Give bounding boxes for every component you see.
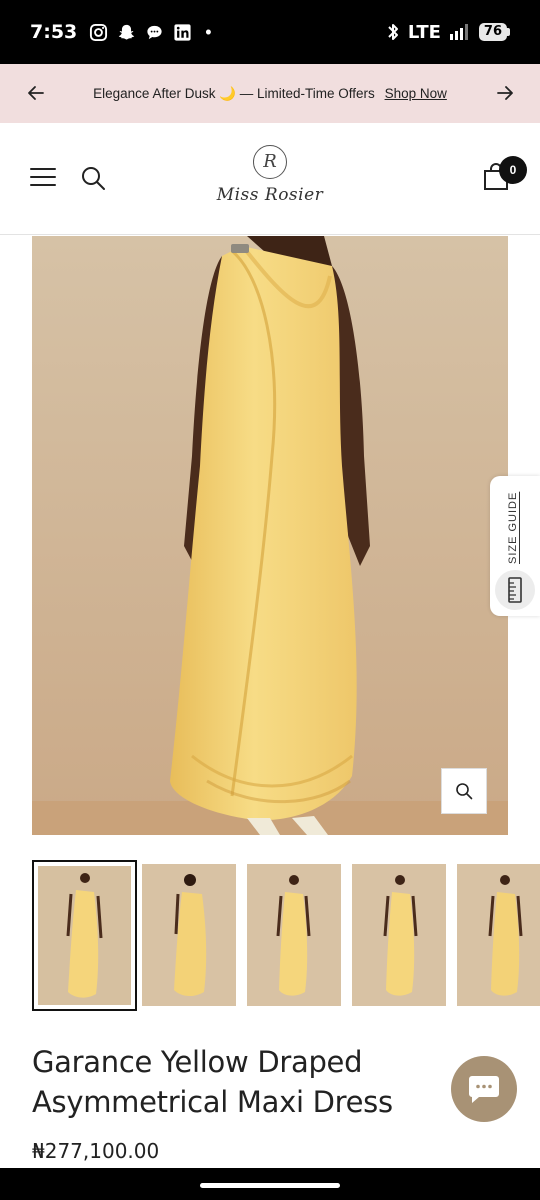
linkedin-icon (174, 23, 191, 41)
announcement-content: Elegance After Dusk 🌙 — Limited-Time Off… (0, 86, 540, 102)
thumbnail-5[interactable] (457, 864, 540, 1006)
arrow-right-icon[interactable] (493, 81, 517, 105)
thumbnail-strip (32, 860, 540, 1012)
home-indicator[interactable] (200, 1183, 340, 1188)
status-right: LTE 76 (386, 22, 510, 43)
thumbnail-4[interactable] (352, 864, 446, 1006)
zoom-button[interactable] (441, 768, 487, 814)
size-guide-tab[interactable]: SIZE GUIDE (490, 476, 540, 616)
chat-bubble-icon (147, 25, 162, 39)
hamburger-menu-icon[interactable] (30, 167, 56, 187)
logo-emblem: R (253, 145, 287, 179)
logo-text: Miss Rosier (216, 185, 324, 205)
dress-photo (32, 236, 508, 835)
zoom-search-icon (456, 783, 473, 800)
instagram-icon (90, 23, 108, 41)
arrow-left-icon[interactable] (24, 81, 48, 105)
status-time: 7:53 (30, 21, 78, 43)
size-guide-label: SIZE GUIDE (507, 491, 519, 565)
more-notifications-dot: • (205, 21, 212, 42)
thumbnail-2[interactable] (142, 864, 236, 1006)
chat-icon (469, 1076, 499, 1103)
notification-icons: • (89, 21, 212, 43)
battery-icon: 76 (478, 23, 510, 41)
bluetooth-icon (388, 24, 398, 40)
product-main-image[interactable] (32, 236, 508, 835)
ruler-icon (495, 570, 535, 610)
status-bar: 7:53 • LTE 76 (0, 0, 540, 64)
announcement-bar: Elegance After Dusk 🌙 — Limited-Time Off… (0, 64, 540, 123)
product-price: ₦277,100.00 (32, 1139, 160, 1163)
brand-logo[interactable]: R Miss Rosier (210, 145, 330, 215)
network-type: LTE (407, 21, 441, 43)
thumbnail-1[interactable] (32, 860, 137, 1011)
snapchat-icon (119, 24, 135, 40)
cart-count-badge[interactable]: 0 (499, 156, 527, 184)
battery-level: 76 (478, 23, 507, 41)
search-icon[interactable] (80, 165, 106, 191)
chat-button[interactable] (451, 1056, 517, 1122)
signal-icon (449, 24, 468, 40)
product-title: Garance Yellow Draped Asymmetrical Maxi … (32, 1045, 393, 1119)
site-header: R Miss Rosier 0 (0, 123, 540, 235)
shop-now-link[interactable]: Shop Now (385, 86, 447, 101)
announcement-text: Elegance After Dusk 🌙 — Limited-Time Off… (93, 85, 375, 101)
thumbnail-3[interactable] (247, 864, 341, 1006)
